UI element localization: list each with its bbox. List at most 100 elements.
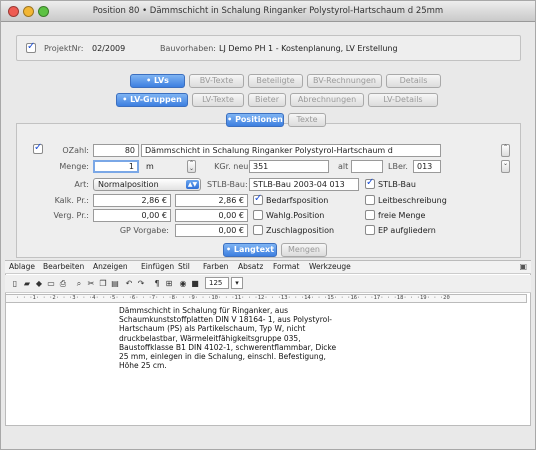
new-doc-icon[interactable]: ▯ — [9, 278, 21, 289]
gp-input[interactable]: 0,00 € — [175, 224, 248, 237]
leit-label: Leitbeschreibung — [378, 196, 447, 205]
bauvorhaben-value: LJ Demo PH 1 - Kostenplanung, LV Erstell… — [219, 44, 398, 53]
zoom-dropdown-icon[interactable]: ▾ — [231, 277, 243, 289]
menge-input[interactable]: 1 — [93, 160, 139, 173]
tab-row4-0[interactable]: • Langtext — [223, 243, 277, 257]
lber-label: LBer. — [388, 162, 408, 171]
tab-row1-1[interactable]: BV-Texte — [189, 74, 244, 88]
tab-row2-0[interactable]: • LV-Gruppen — [116, 93, 188, 107]
art-select[interactable]: Normalposition ▲▼ — [93, 178, 201, 191]
menge-label: Menge: — [59, 162, 89, 171]
alt-input[interactable] — [351, 160, 383, 173]
langtext-line: druckbelastbar, Wärmeleitfähigkeitsgrupp… — [119, 333, 301, 343]
open-icon[interactable]: ▰ — [21, 278, 33, 289]
position-checkbox[interactable] — [33, 142, 43, 154]
langtext-content[interactable]: Dämmschicht in Schalung für Ringanker, a… — [119, 306, 359, 370]
art-label: Art: — [74, 180, 89, 189]
tab-row3-0[interactable]: • Positionen — [226, 113, 284, 127]
window: Position 80 • Dämmschicht in Schalung Ri… — [0, 0, 536, 450]
kgr-input[interactable]: 351 — [249, 160, 329, 173]
projektnr-value: 02/2009 — [92, 44, 126, 53]
tab-row2-4[interactable]: LV-Details — [368, 93, 438, 107]
leit-checkbox[interactable] — [365, 195, 375, 205]
langtext-line: Hartschaum (PS) als Partikelschaum, Typ … — [119, 324, 306, 334]
menu-2[interactable]: Anzeigen — [93, 261, 128, 273]
project-checkbox[interactable] — [26, 41, 36, 53]
tab-row2-2[interactable]: Bieter — [248, 93, 286, 107]
kalk-input-2[interactable]: 2,86 € — [175, 194, 248, 207]
art-select-value: Normalposition — [98, 180, 159, 189]
bauvorhaben-label: Bauvorhaben: — [160, 44, 216, 53]
bedarf-checkbox[interactable] — [253, 193, 263, 205]
projektnr-label: ProjektNr: — [44, 44, 84, 53]
paste-icon[interactable]: ▤ — [109, 278, 121, 289]
tab-row3-1[interactable]: Texte — [288, 113, 326, 127]
scroll-down-icon[interactable]: ⌄ — [501, 160, 510, 173]
langtext-line: Baustoffklasse B1 DIN 4102-1, schwerentf… — [119, 342, 337, 352]
stlb-input[interactable]: STLB-Bau 2003-04 013 — [249, 178, 359, 191]
tab-row2-3[interactable]: Abrechnungen — [290, 93, 364, 107]
undo-icon[interactable]: ↶ — [123, 278, 135, 289]
stlb-checkbox[interactable] — [365, 177, 375, 189]
menu-4[interactable]: Stil — [178, 261, 190, 273]
unit-value: m — [146, 162, 154, 171]
verg-input-1[interactable]: 0,00 € — [93, 209, 171, 222]
paragraph-icon[interactable]: ¶ — [151, 278, 163, 289]
ep-label: EP aufgliedern — [378, 226, 436, 235]
lber-input[interactable]: 013 — [413, 160, 441, 173]
menu-7[interactable]: Format — [273, 261, 299, 273]
cut-icon[interactable]: ✂ — [85, 278, 97, 289]
langtext-line: Schaumkunststoffplatten DIN V 18164- 1, … — [119, 315, 333, 325]
alt-label: alt — [338, 162, 349, 171]
zuschlag-checkbox[interactable] — [253, 225, 263, 235]
ep-checkbox[interactable] — [365, 225, 375, 235]
wahl-checkbox[interactable] — [253, 210, 263, 220]
langtext-line: 25 mm, einlegen in die Schalung, einschl… — [119, 352, 326, 362]
panel-toggle-icon[interactable]: ▣ — [519, 261, 527, 273]
menu-8[interactable]: Werkzeuge — [309, 261, 351, 273]
ozahl-text-input[interactable]: Dämmschicht in Schalung Ringanker Polyst… — [141, 144, 441, 157]
stop-icon[interactable]: ■ — [189, 278, 201, 289]
record-icon[interactable]: ◉ — [177, 278, 189, 289]
ozahl-input[interactable]: 80 — [93, 144, 139, 157]
tab-row1-3[interactable]: BV-Rechnungen — [307, 74, 382, 88]
gp-label: GP Vorgabe: — [119, 226, 169, 235]
unit-stepper[interactable]: ⌃ ⌄ — [187, 160, 196, 173]
menu-1[interactable]: Bearbeiten — [43, 261, 84, 273]
editor-toolbar: ▯ ▰ ◆ ▭ ⎙ ⌕ ✂ ❐ ▤ ↶ ↷ ¶ ⊞ ◉ ■ 125 ▾ — [5, 275, 531, 293]
langtext-line: Dämmschicht in Schalung für Ringanker, a… — [119, 306, 289, 315]
verg-input-2[interactable]: 0,00 € — [175, 209, 248, 222]
menu-3[interactable]: Einfügen — [141, 261, 174, 273]
kalk-label: Kalk. Pr.: — [54, 196, 89, 205]
zoom-field[interactable]: 125 — [205, 277, 229, 289]
freie-checkbox[interactable] — [365, 210, 375, 220]
save-icon[interactable]: ◆ — [33, 278, 45, 289]
stlb-check-label: STLB-Bau — [378, 180, 416, 189]
kalk-input-1[interactable]: 2,86 € — [93, 194, 171, 207]
print-icon[interactable]: ⎙ — [57, 278, 69, 289]
redo-icon[interactable]: ↷ — [135, 278, 147, 289]
scroll-up-icon[interactable]: ⌃ — [501, 144, 510, 157]
tab-row1-2[interactable]: Beteiligte — [248, 74, 303, 88]
copy-icon[interactable]: ❐ — [97, 278, 109, 289]
editor-menubar: ▣ Ablage Bearbeiten Anzeigen Einfügen Stil Fa… — [5, 261, 531, 274]
zuschlag-label: Zuschlagposition — [266, 226, 335, 235]
find-icon[interactable]: ⌕ — [73, 278, 85, 289]
tab-row1-4[interactable]: Details — [386, 74, 441, 88]
tab-row1-0[interactable]: • LVs — [130, 74, 185, 88]
footer — [1, 427, 535, 449]
chevron-down-icon: ▲▼ — [186, 180, 199, 189]
tab-row2-1[interactable]: LV-Texte — [192, 93, 244, 107]
wahl-label: Wahlg.Position — [266, 211, 325, 220]
menu-0[interactable]: Ablage — [9, 261, 35, 273]
ozahl-label: OZahl: — [62, 146, 89, 155]
table-icon[interactable]: ⊞ — [163, 278, 175, 289]
page-icon[interactable]: ▭ — [45, 278, 57, 289]
window-title: Position 80 • Dämmschicht in Schalung Ri… — [92, 6, 444, 16]
menu-6[interactable]: Absatz — [238, 261, 263, 273]
menu-5[interactable]: Farben — [203, 261, 228, 273]
ruler[interactable]: · · ·1· · ·2· · ·3· · ·4· · ·5· · ·6· · … — [5, 294, 527, 303]
bedarf-label: Bedarfsposition — [266, 196, 329, 205]
verg-label: Verg. Pr.: — [53, 211, 89, 220]
tab-row4-1[interactable]: Mengen — [281, 243, 327, 257]
